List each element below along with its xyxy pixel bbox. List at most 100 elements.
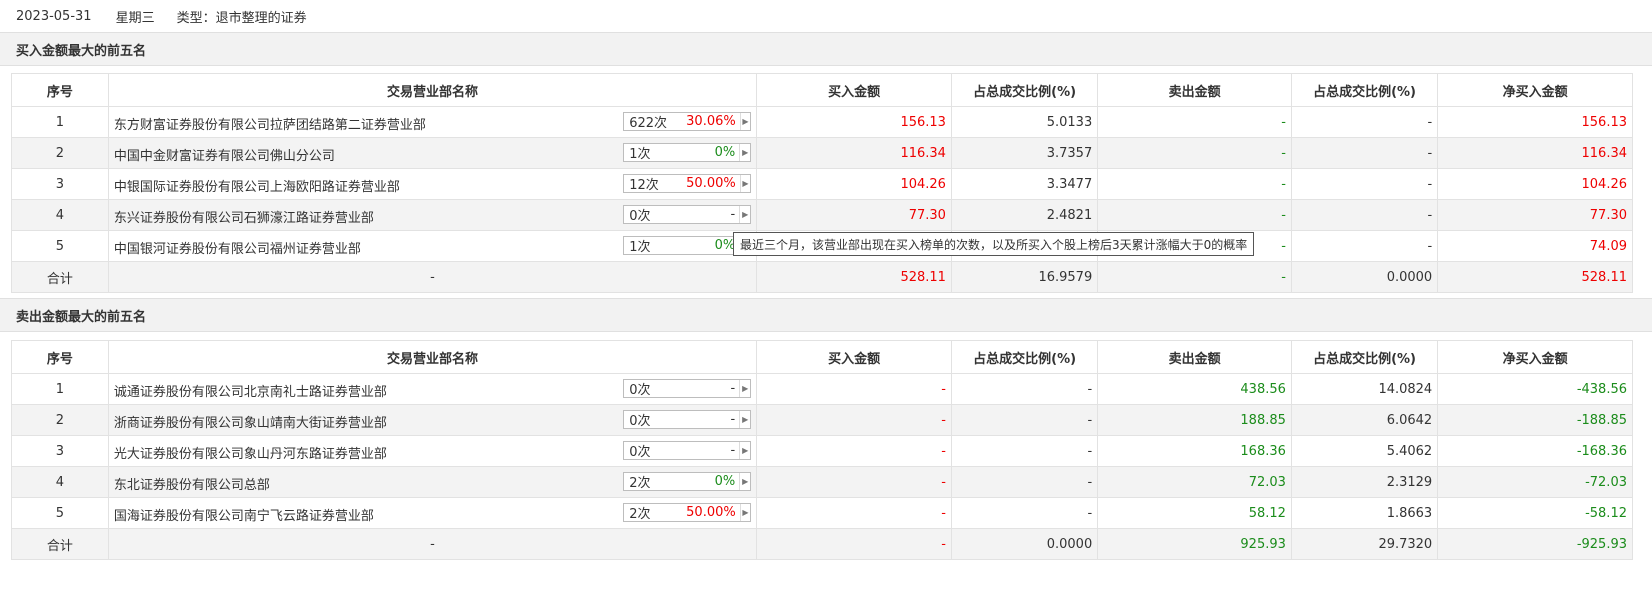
sell-amount: - [1097, 168, 1292, 200]
col-sell-amount: 卖出金额 [1097, 340, 1292, 374]
net-buy-amount: 77.30 [1437, 199, 1633, 231]
row-index: 1 [11, 373, 109, 405]
net-buy-amount: -72.03 [1437, 466, 1633, 498]
row-index: 2 [11, 404, 109, 436]
total-buy-amount: - [756, 528, 952, 560]
appearance-count-dropdown[interactable]: 2次 0% ▶ [623, 472, 752, 491]
branch-name-link[interactable]: 东兴证券股份有限公司石狮濠江路证券营业部 [114, 207, 374, 226]
appearance-count: 1次 [629, 240, 651, 255]
col-branch-name: 交易营业部名称 [107, 73, 758, 107]
col-sell-ratio: 占总成交比例(%) [1290, 340, 1439, 374]
rise-probability: 50.00% [686, 505, 736, 520]
buy-ratio: 5.0133 [950, 106, 1099, 138]
net-buy-amount: 116.34 [1437, 137, 1633, 169]
sell-amount: 58.12 [1097, 497, 1292, 529]
table-row: 5 国海证券股份有限公司南宁飞云路证券营业部 2次 50.00% ▶ - -58.12 1.8… [11, 497, 1633, 529]
sell-section-title: 卖出金额最大的前五名 [0, 298, 1652, 332]
table-row: 2 中国中金财富证券有限公司佛山分公司 1次 0% ▶ 116.34 3.7357- -116… [11, 137, 1633, 169]
table-row: 3 光大证券股份有限公司象山丹河东路证券营业部 0次 - ▶ - -168.36 5.4062… [11, 435, 1633, 467]
buy-amount: - [756, 466, 952, 498]
buy-ratio: - [950, 435, 1099, 467]
buy-section-title: 买入金额最大的前五名 [0, 32, 1652, 66]
appearance-count: 2次 [629, 476, 651, 491]
total-branch-name: - [107, 528, 758, 560]
table-row: 4 东兴证券股份有限公司石狮濠江路证券营业部 0次 - ▶ 77.30 2.4821- -77… [11, 199, 1633, 231]
col-buy-ratio: 占总成交比例(%) [950, 73, 1099, 107]
net-buy-amount: -188.85 [1437, 404, 1633, 436]
total-row: 合计 - -0.0000 925.93 29.7320 -925.93 [11, 528, 1633, 560]
branch-cell: 浙商证券股份有限公司象山靖南大街证券营业部 0次 - ▶ [107, 404, 758, 436]
rise-probability: - [730, 381, 736, 396]
sell-ratio: - [1290, 168, 1439, 200]
total-buy-amount: 528.11 [756, 261, 952, 293]
branch-name-link[interactable]: 浙商证券股份有限公司象山靖南大街证券营业部 [114, 412, 387, 431]
sell-amount: - [1097, 199, 1292, 231]
col-sell-ratio: 占总成交比例(%) [1290, 73, 1439, 107]
branch-name-link[interactable]: 中银国际证券股份有限公司上海欧阳路证券营业部 [114, 176, 400, 195]
total-branch-name: - [107, 261, 758, 293]
branch-name-link[interactable]: 国海证券股份有限公司南宁飞云路证券营业部 [114, 505, 374, 524]
appearance-count-dropdown[interactable]: 0次 - ▶ [623, 205, 752, 224]
rise-probability: - [730, 207, 736, 222]
appearance-count-dropdown[interactable]: 0次 - ▶ [623, 410, 752, 429]
branch-name-link[interactable]: 中国银河证券股份有限公司福州证券营业部 [114, 238, 361, 257]
total-sell-ratio: 0.0000 [1290, 261, 1439, 293]
total-buy-ratio: 0.0000 [950, 528, 1099, 560]
chevron-right-icon: ▶ [739, 442, 750, 459]
branch-cell: 东方财富证券股份有限公司拉萨团结路第二证券营业部 622次 30.06% ▶ [107, 106, 758, 138]
sell-amount: 188.85 [1097, 404, 1292, 436]
buy-ratio: - [950, 404, 1099, 436]
chevron-right-icon: ▶ [739, 175, 750, 192]
sell-ratio: - [1290, 106, 1439, 138]
sell-amount: - [1097, 137, 1292, 169]
total-label: 合计 [11, 528, 109, 560]
row-index: 4 [11, 199, 109, 231]
appearance-count: 622次 [629, 116, 668, 131]
buy-top5-table: 序号 交易营业部名称 买入金额 占总成交比例(%) 卖出金额 占总成交比例(%)… [11, 73, 1633, 293]
appearance-count-dropdown[interactable]: 1次 0%▶ [623, 143, 752, 162]
appearance-count-dropdown[interactable]: 0次 - ▶ [623, 379, 752, 398]
trade-date: 2023-05-31 [16, 8, 92, 24]
rise-probability: 0% [714, 145, 736, 160]
branch-name-link[interactable]: 光大证券股份有限公司象山丹河东路证券营业部 [114, 443, 387, 462]
appearance-count-dropdown[interactable]: 2次 50.00% ▶ [623, 503, 752, 522]
sell-ratio: 1.8663 [1290, 497, 1439, 529]
branch-cell: 光大证券股份有限公司象山丹河东路证券营业部 0次 - ▶ [107, 435, 758, 467]
security-category: 类型：退市整理的证券 [176, 10, 307, 26]
table-header-row: 序号 交易营业部名称 买入金额 占总成交比例(%) 卖出金额 占总成交比例(%)… [11, 73, 1633, 107]
row-index: 4 [11, 466, 109, 498]
branch-name-link[interactable]: 诚通证券股份有限公司北京南礼士路证券营业部 [114, 381, 387, 400]
table-row: 1 东方财富证券股份有限公司拉萨团结路第二证券营业部 622次 30.06% ▶ 156.… [11, 106, 1633, 138]
row-index: 5 [11, 497, 109, 529]
weekday: 星期三 [115, 10, 155, 26]
net-buy-amount: -438.56 [1437, 373, 1633, 405]
buy-ratio: - [950, 373, 1099, 405]
branch-stats-tooltip: 最近三个月，该营业部出现在买入榜单的次数，以及所买入个股上榜后3天累计涨幅大于0… [733, 232, 1255, 256]
chevron-right-icon: ▶ [739, 144, 750, 161]
net-buy-amount: -58.12 [1437, 497, 1633, 529]
appearance-count-dropdown[interactable]: 622次 30.06% ▶ [623, 112, 752, 131]
table-row: 4 东北证券股份有限公司总部 2次 0% ▶ - -72.03 2.3129 -72.03 [11, 466, 1633, 498]
chevron-right-icon: ▶ [739, 206, 750, 223]
branch-name-link[interactable]: 东北证券股份有限公司总部 [114, 474, 270, 493]
buy-amount: - [756, 404, 952, 436]
col-buy-ratio: 占总成交比例(%) [950, 340, 1099, 374]
buy-amount: 156.13 [756, 106, 952, 138]
sell-ratio: 2.3129 [1290, 466, 1439, 498]
appearance-count-dropdown[interactable]: 0次 - ▶ [623, 441, 752, 460]
branch-name-link[interactable]: 东方财富证券股份有限公司拉萨团结路第二证券营业部 [114, 114, 426, 133]
sell-amount: 168.36 [1097, 435, 1292, 467]
appearance-count: 0次 [629, 383, 651, 398]
top-info-bar: 2023-05-31 星期三 类型：退市整理的证券 [0, 0, 1652, 32]
table-row: 1 诚通证券股份有限公司北京南礼士路证券营业部 0次 - ▶ - -438.56 14.082… [11, 373, 1633, 405]
rise-probability: 30.06% [686, 114, 736, 129]
appearance-count-dropdown[interactable]: 12次 50.00% ▶ [623, 174, 752, 193]
sell-amount: - [1097, 106, 1292, 138]
col-net-buy: 净买入金额 [1437, 73, 1633, 107]
appearance-count: 0次 [629, 445, 651, 460]
chevron-right-icon: ▶ [739, 504, 750, 521]
table-header-row: 序号 交易营业部名称 买入金额 占总成交比例(%) 卖出金额 占总成交比例(%)… [11, 340, 1633, 374]
branch-name-link[interactable]: 中国中金财富证券有限公司佛山分公司 [114, 145, 335, 164]
rise-probability: 50.00% [686, 176, 736, 191]
buy-amount: - [756, 435, 952, 467]
